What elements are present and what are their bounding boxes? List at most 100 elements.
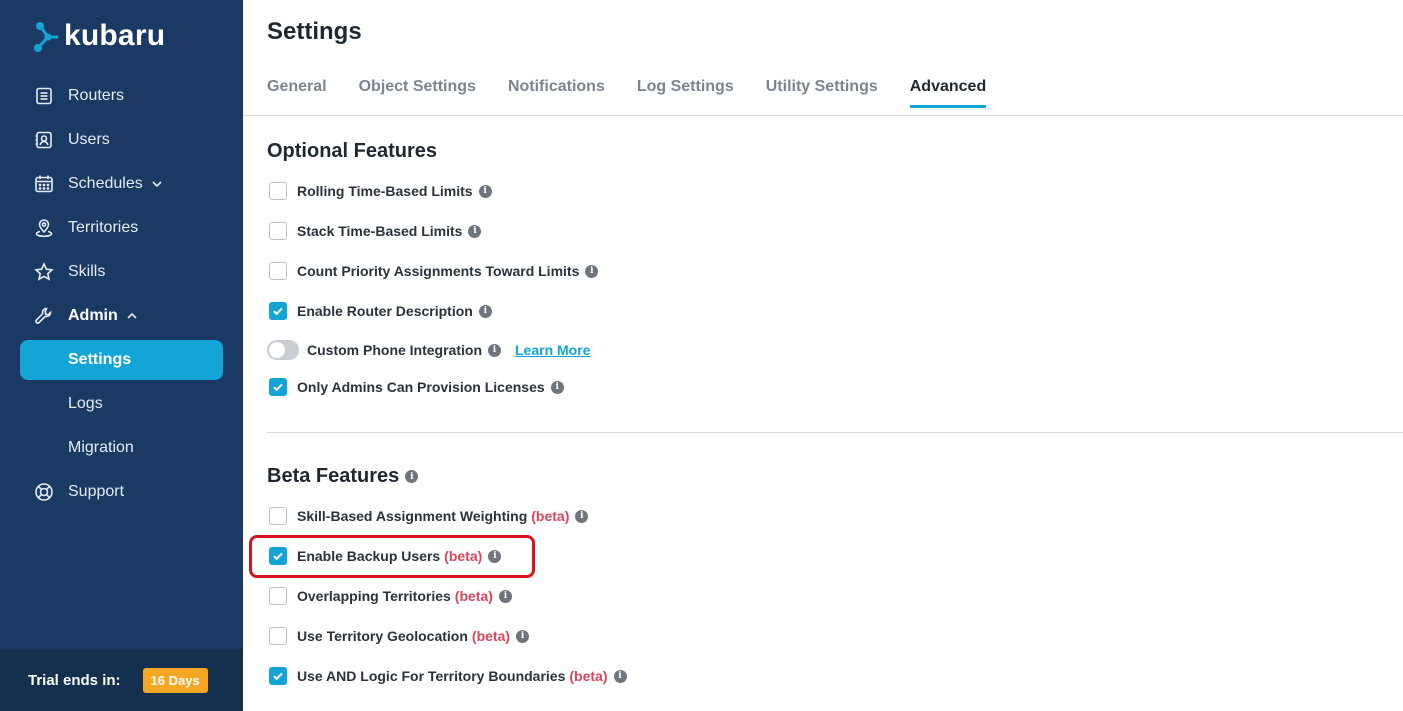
option-rolling-limits[interactable]: Rolling Time-Based Limits i (269, 182, 492, 200)
checkmark-icon (273, 672, 283, 681)
sidebar: kubaru Routers Users Schedules Territori… (0, 0, 243, 711)
option-label: Stack Time-Based Limits (297, 223, 463, 239)
logo[interactable]: kubaru (32, 18, 165, 56)
highlight-annotation (249, 535, 535, 578)
option-label: Only Admins Can Provision Licenses (297, 379, 545, 395)
beta-skill-weighting[interactable]: Skill-Based Assignment Weighting (beta) … (269, 507, 589, 525)
beta-tag: (beta) (471, 628, 511, 644)
toggle-knob (269, 342, 285, 358)
beta-and-logic-boundaries[interactable]: Use AND Logic For Territory Boundaries (… (269, 667, 627, 685)
section-title-text: Optional Features (267, 140, 438, 162)
nav-label: Schedules (68, 175, 143, 192)
settings-tabs: General Object Settings Notifications Lo… (267, 78, 1018, 108)
option-label: Rolling Time-Based Limits (297, 183, 473, 199)
nav-label: Support (68, 483, 125, 500)
nav-label: Territories (68, 219, 139, 236)
option-router-description[interactable]: Enable Router Description i (269, 302, 492, 320)
info-icon[interactable]: i (550, 380, 564, 394)
page-title: Settings (267, 18, 362, 45)
chevron-down-icon (151, 178, 163, 190)
option-label: Custom Phone Integration (307, 342, 482, 358)
nav-item-users[interactable]: Users (0, 118, 243, 162)
info-icon[interactable]: i (468, 224, 482, 238)
checkbox[interactable] (269, 262, 287, 280)
option-stack-limits[interactable]: Stack Time-Based Limits i (269, 222, 482, 240)
tab-object-settings[interactable]: Object Settings (359, 78, 476, 108)
tab-advanced[interactable]: Advanced (909, 78, 987, 108)
learn-more-link[interactable]: Learn More (515, 342, 590, 358)
nav-label: Admin (68, 307, 118, 324)
nav-item-skills[interactable]: Skills (0, 250, 243, 294)
nav-subitem-migration[interactable]: Migration (0, 426, 243, 470)
optional-features-title: Optional Features (267, 140, 437, 163)
option-label: Skill-Based Assignment Weighting (297, 508, 528, 524)
nav-item-support[interactable]: Support (0, 470, 243, 514)
beta-features-title: Beta Features i (267, 465, 419, 488)
toggle-switch[interactable] (267, 340, 299, 360)
lifebuoy-icon (34, 482, 54, 502)
nav-subitem-settings[interactable]: Settings (20, 340, 223, 380)
option-label: Overlapping Territories (297, 588, 451, 604)
option-label: Use AND Logic For Territory Boundaries (297, 668, 566, 684)
map-pin-icon (34, 218, 54, 238)
option-count-priority[interactable]: Count Priority Assignments Toward Limits… (269, 262, 599, 280)
main-nav: Routers Users Schedules Territories Skil… (0, 74, 243, 514)
beta-tag: (beta) (531, 508, 570, 524)
nav-item-admin[interactable]: Admin (0, 294, 243, 338)
nav-subitem-logs[interactable]: Logs (0, 382, 243, 426)
nav-item-routers[interactable]: Routers (0, 74, 243, 118)
nav-item-territories[interactable]: Territories (0, 206, 243, 250)
trial-banner: Trial ends in: 16 Days (0, 649, 243, 711)
trial-text: Trial ends in: (28, 671, 121, 689)
tab-general[interactable]: General (267, 78, 327, 108)
checkbox[interactable] (269, 182, 287, 200)
main-content: Settings General Object Settings Notific… (243, 0, 1403, 711)
contact-card-icon (34, 130, 54, 150)
beta-tag: (beta) (569, 668, 608, 684)
nav-label: Users (68, 131, 110, 148)
trial-days-badge[interactable]: 16 Days (142, 667, 208, 693)
option-label: Enable Router Description (297, 303, 473, 319)
checkbox-checked[interactable] (269, 302, 287, 320)
tab-utility-settings[interactable]: Utility Settings (766, 78, 878, 108)
info-icon[interactable]: i (478, 184, 492, 198)
nav-item-schedules[interactable]: Schedules (0, 162, 243, 206)
checkmark-icon (273, 307, 283, 316)
info-icon[interactable]: i (405, 470, 419, 483)
option-label: Count Priority Assignments Toward Limits (297, 263, 580, 279)
option-admin-licenses[interactable]: Only Admins Can Provision Licenses i (269, 378, 564, 396)
tab-notifications[interactable]: Notifications (508, 78, 605, 108)
beta-overlapping-territories[interactable]: Overlapping Territories (beta) i (269, 587, 512, 605)
info-icon[interactable]: i (488, 343, 501, 357)
checkbox-checked[interactable] (269, 667, 287, 685)
checkbox[interactable] (269, 627, 287, 645)
tab-log-settings[interactable]: Log Settings (637, 78, 734, 108)
list-icon (34, 86, 54, 106)
info-icon[interactable]: i (585, 264, 599, 278)
kubaru-logo-icon (32, 18, 62, 56)
star-icon (34, 262, 54, 282)
section-divider (267, 432, 1403, 433)
wrench-icon (34, 306, 54, 326)
section-title-text: Beta Features (267, 465, 400, 487)
nav-label: Skills (68, 263, 106, 280)
checkmark-icon (273, 383, 283, 392)
info-icon[interactable]: i (498, 589, 512, 603)
info-icon[interactable]: i (478, 304, 492, 318)
brand-name: kubaru (64, 19, 166, 52)
checkbox-checked[interactable] (269, 378, 287, 396)
beta-territory-geolocation[interactable]: Use Territory Geolocation (beta) i (269, 627, 530, 645)
info-icon[interactable]: i (613, 669, 627, 683)
info-icon[interactable]: i (575, 509, 589, 523)
checkbox[interactable] (269, 587, 287, 605)
chevron-up-icon (126, 310, 138, 322)
checkbox[interactable] (269, 222, 287, 240)
tabs-divider (243, 115, 1403, 116)
nav-label: Routers (68, 87, 125, 104)
beta-tag: (beta) (454, 588, 493, 604)
info-icon[interactable]: i (516, 629, 530, 643)
option-custom-phone[interactable]: Custom Phone Integration i Learn More (267, 340, 590, 360)
option-label: Use Territory Geolocation (297, 628, 468, 644)
checkbox[interactable] (269, 507, 287, 525)
calendar-icon (34, 174, 54, 194)
